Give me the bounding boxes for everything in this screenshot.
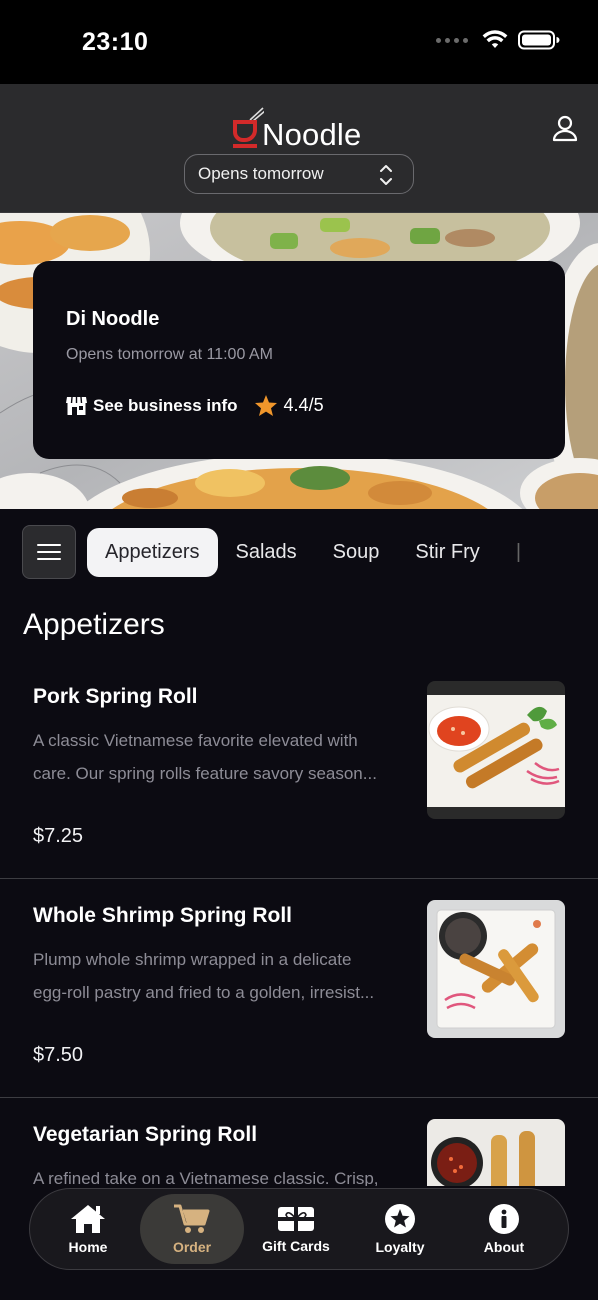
tab-gift-cards[interactable]: Gift Cards — [244, 1194, 348, 1264]
tab-label: About — [483, 1239, 525, 1255]
logo[interactable]: Noodle — [230, 106, 361, 150]
category-tab-stir-fry[interactable]: Stir Fry — [397, 528, 497, 577]
menu-item[interactable]: Pork Spring Roll A classic Vietnamese fa… — [0, 660, 598, 879]
category-menu-button[interactable] — [22, 525, 76, 579]
home-icon — [71, 1205, 105, 1233]
section-title: Appetizers — [23, 608, 165, 641]
item-price: $7.25 — [33, 825, 84, 847]
category-tab-next-partial[interactable]: | — [498, 528, 521, 577]
item-name: Pork Spring Roll — [33, 685, 198, 708]
tab-about[interactable]: About — [452, 1194, 556, 1264]
hamburger-menu-icon — [37, 544, 61, 560]
noodle-bowl-logo-icon — [233, 107, 264, 148]
category-bar: Appetizers Salads Soup Stir Fry | — [0, 509, 598, 601]
chevron-up-down-icon — [380, 165, 392, 185]
item-description-line: care. Our spring rolls feature savory se… — [33, 764, 377, 783]
rating-value: 4.4/5 — [283, 395, 324, 415]
star-icon — [385, 1204, 415, 1234]
tab-order[interactable]: Order — [140, 1194, 244, 1264]
rating: 4.4/5 — [254, 394, 324, 417]
item-description: A classic Vietnamese favorite elevated w… — [33, 724, 411, 790]
business-name: Di Noodle — [66, 308, 160, 330]
item-description: Plump whole shrimp wrapped in a delicate… — [33, 943, 411, 1009]
shrimp-roll-photo — [427, 900, 565, 1038]
person-icon — [552, 115, 578, 142]
bottom-tab-bar: Home Order Gift Cards Loyalty About — [29, 1188, 569, 1270]
business-hours: Opens tomorrow at 11:00 AM — [66, 346, 273, 363]
see-business-info-link[interactable]: See business info — [66, 395, 238, 416]
business-info-card: Di Noodle Opens tomorrow at 11:00 AM See… — [33, 261, 565, 459]
business-info-row: See business info 4.4/5 — [66, 394, 324, 417]
see-business-info-label: See business info — [93, 395, 238, 415]
star-icon — [254, 395, 277, 416]
category-tab-appetizers[interactable]: Appetizers — [87, 528, 218, 577]
status-icons — [436, 30, 560, 50]
menu-item[interactable]: Whole Shrimp Spring Roll Plump whole shr… — [0, 879, 598, 1098]
store-status-select[interactable]: Opens tomorrow — [184, 154, 414, 194]
item-price: $7.50 — [33, 1044, 84, 1066]
category-tab-soup[interactable]: Soup — [315, 528, 398, 577]
status-bar: 23:10 — [0, 0, 598, 84]
info-icon — [489, 1204, 519, 1234]
tab-label: Loyalty — [375, 1239, 425, 1255]
tab-label: Home — [68, 1239, 108, 1255]
spring-roll-photo — [427, 681, 565, 819]
category-tabs: Appetizers Salads Soup Stir Fry | — [87, 528, 521, 577]
app-header: Noodle Opens tomorrow — [0, 84, 598, 213]
tab-label: Order — [172, 1239, 212, 1255]
cart-icon — [174, 1204, 210, 1233]
battery-icon — [518, 30, 560, 50]
profile-button[interactable] — [552, 114, 578, 144]
status-time: 23:10 — [82, 28, 149, 56]
item-description-line: Plump whole shrimp wrapped in a delicate — [33, 950, 352, 969]
item-description-line: egg-roll pastry and fried to a golden, i… — [33, 983, 375, 1002]
item-name: Whole Shrimp Spring Roll — [33, 904, 292, 927]
tab-home[interactable]: Home — [36, 1194, 140, 1264]
category-tab-salads[interactable]: Salads — [218, 528, 315, 577]
tab-loyalty[interactable]: Loyalty — [348, 1194, 452, 1264]
gift-card-icon — [278, 1207, 314, 1231]
storefront-icon — [66, 396, 87, 415]
signal-icon — [436, 37, 468, 43]
item-description-line: A classic Vietnamese favorite elevated w… — [33, 731, 358, 750]
item-name: Vegetarian Spring Roll — [33, 1123, 258, 1146]
logo-text: Noodle — [262, 117, 362, 152]
store-status-value: Opens tomorrow — [198, 164, 324, 183]
wifi-icon — [482, 30, 508, 48]
tab-label: Gift Cards — [262, 1238, 330, 1254]
